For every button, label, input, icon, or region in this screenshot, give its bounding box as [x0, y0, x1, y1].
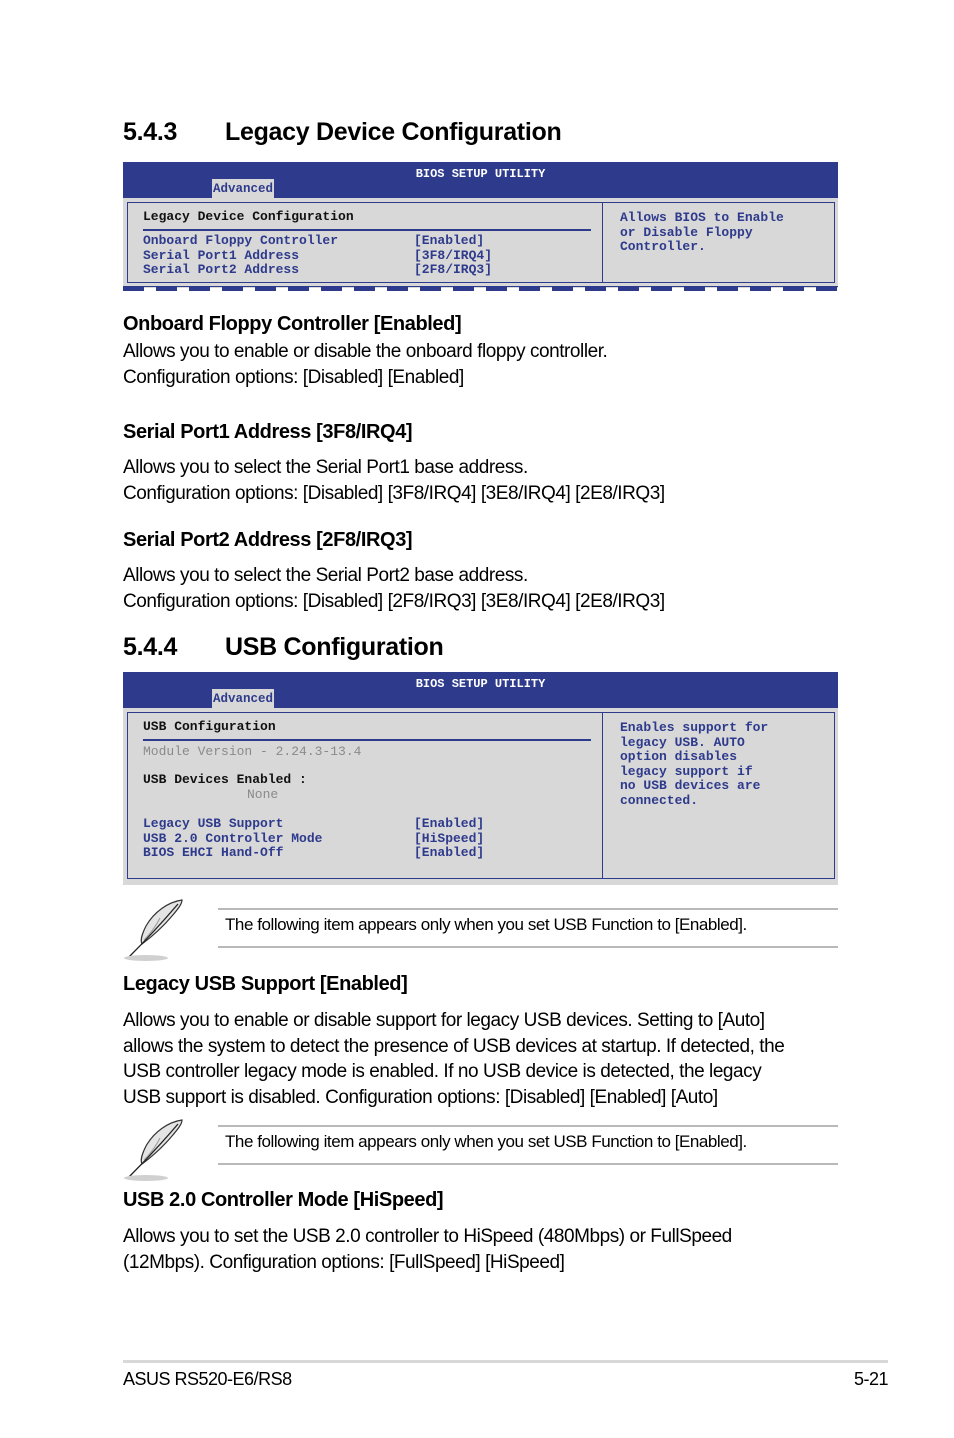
bios-help-line: option disables: [620, 749, 738, 764]
bios-dashed-border: [123, 287, 838, 291]
entry-text: Allows you to set the USB 2.0 controller…: [123, 1226, 732, 1247]
entry-text: Allows you to select the Serial Port1 ba…: [123, 457, 528, 478]
bios-settings-panel: Legacy Device Configuration Onboard Flop…: [128, 203, 603, 282]
bios-help-line: legacy support if: [620, 763, 753, 779]
bios-panel-title: Legacy Device Configuration: [143, 209, 354, 224]
bios-item-ehci-handoff[interactable]: BIOS EHCI Hand-Off: [143, 845, 283, 861]
note-rule-bottom: [218, 946, 838, 948]
footer-rule: [123, 1360, 888, 1363]
bios-item-floppy[interactable]: Onboard Floppy Controller: [143, 233, 338, 249]
section-title: USB Configuration: [225, 633, 444, 661]
bios-value-serial1[interactable]: [3F8/IRQ4]: [414, 248, 492, 264]
bios-value-ehci-handoff[interactable]: [Enabled]: [414, 845, 484, 861]
bios-value-legacy-usb[interactable]: [Enabled]: [414, 816, 484, 832]
entry-text: Allows you to select the Serial Port2 ba…: [123, 565, 528, 586]
section-number: 5.4.3: [123, 118, 178, 146]
note-feather-icon: [124, 1119, 183, 1181]
bios-module-version: Module Version - 2.24.3-13.4: [143, 744, 362, 759]
entry-text: allows the system to detect the presence…: [123, 1036, 785, 1057]
entry-heading: Onboard Floppy Controller [Enabled]: [123, 313, 462, 335]
entry-text: Allows you to enable or disable support …: [123, 1010, 765, 1031]
bios-help-line: Controller.: [620, 239, 706, 254]
bios-usb-devices-label: USB Devices Enabled :: [143, 772, 307, 787]
bios-usb-devices-value: None: [247, 786, 279, 802]
bios-screen-usb: BIOS SETUP UTILITY Advanced USB Configur…: [123, 672, 838, 885]
bios-value-serial2[interactable]: [2F8/IRQ3]: [414, 262, 492, 278]
bios-item-legacy-usb[interactable]: Legacy USB Support: [143, 816, 283, 832]
entry-text: Configuration options: [Disabled] [Enabl…: [123, 367, 464, 388]
tab-advanced[interactable]: Advanced: [212, 689, 275, 708]
entry-text: USB support is disabled. Configuration o…: [123, 1087, 718, 1108]
bios-panel-title: USB Configuration: [143, 719, 276, 734]
bios-help-line: no USB devices are: [620, 778, 761, 793]
bios-value-floppy[interactable]: [Enabled]: [414, 233, 484, 249]
bios-body: USB Configuration Module Version - 2.24.…: [127, 712, 835, 879]
bios-body: Legacy Device Configuration Onboard Flop…: [127, 202, 835, 283]
section-heading-legacy-device: 5.4.3 Legacy Device Configuration: [123, 118, 562, 147]
note-rule-top: [218, 1125, 838, 1127]
entry-text: USB controller legacy mode is enabled. I…: [123, 1061, 762, 1082]
note-rule-top: [218, 908, 838, 910]
section-number: 5.4.4: [123, 633, 178, 661]
tab-advanced[interactable]: Advanced: [212, 179, 275, 198]
bios-screen-legacy-device: BIOS SETUP UTILITY Advanced Legacy Devic…: [123, 162, 838, 288]
entry-text: Allows you to enable or disable the onbo…: [123, 341, 608, 362]
bios-help-line: Enables support for: [620, 720, 769, 735]
note-rule-bottom: [218, 1163, 838, 1165]
entry-heading: Serial Port1 Address [3F8/IRQ4]: [123, 421, 413, 443]
note-text: The following item appears only when you…: [225, 915, 747, 934]
section-heading-usb: 5.4.4 USB Configuration: [123, 633, 444, 662]
bios-header: BIOS SETUP UTILITY Advanced: [123, 672, 838, 708]
entry-heading: USB 2.0 Controller Mode [HiSpeed]: [123, 1189, 444, 1211]
bios-help-panel: Allows BIOS to Enable or Disable Floppy …: [604, 203, 834, 282]
entry-heading: Legacy USB Support [Enabled]: [123, 973, 408, 995]
entry-text: (12Mbps). Configuration options: [FullSp…: [123, 1252, 565, 1273]
bios-help-line: Allows BIOS to Enable: [620, 210, 784, 225]
bios-item-usb2-mode[interactable]: USB 2.0 Controller Mode: [143, 831, 322, 847]
note-text: The following item appears only when you…: [225, 1132, 747, 1151]
bios-help-panel: Enables support for legacy USB. AUTO opt…: [604, 713, 834, 878]
bios-divider: [143, 229, 591, 231]
entry-text: Configuration options: [Disabled] [2F8/I…: [123, 591, 665, 612]
bios-help-line: legacy USB. AUTO: [620, 734, 745, 750]
footer-product: ASUS RS520-E6/RS8: [123, 1369, 292, 1389]
bios-item-serial1[interactable]: Serial Port1 Address: [143, 248, 299, 264]
section-title: Legacy Device Configuration: [225, 118, 562, 146]
bios-item-serial2[interactable]: Serial Port2 Address: [143, 262, 299, 278]
bios-header: BIOS SETUP UTILITY Advanced: [123, 162, 838, 198]
bios-help-line: connected.: [620, 792, 699, 808]
bios-help-line: or Disable Floppy: [620, 224, 753, 240]
footer-page-number: 5-21: [853, 1369, 889, 1389]
bios-value-usb2-mode[interactable]: [HiSpeed]: [414, 831, 484, 847]
bios-settings-panel: USB Configuration Module Version - 2.24.…: [128, 713, 603, 878]
bios-divider: [143, 739, 591, 741]
note-feather-icon: [124, 899, 183, 961]
entry-text: Configuration options: [Disabled] [3F8/I…: [123, 483, 665, 504]
entry-heading: Serial Port2 Address [2F8/IRQ3]: [123, 529, 413, 551]
